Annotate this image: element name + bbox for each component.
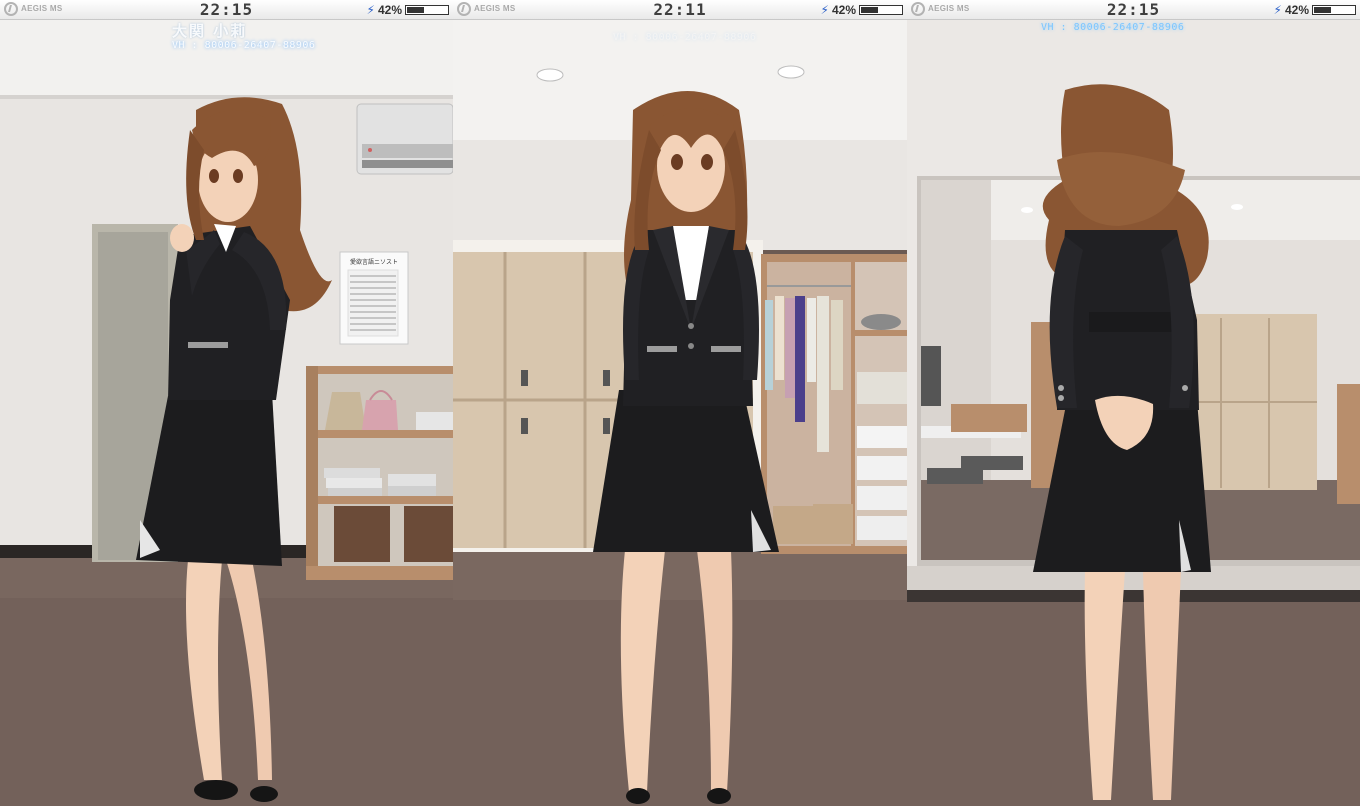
battery-bar [859,5,903,15]
battery-fill [861,7,878,13]
character-id-label: VH : 80006-26407-88906 [613,32,757,43]
baseboard [907,590,1360,604]
panel-back-view: VH : 80006-26407-88906 AEGIS MS 22:15 ⚡ … [907,0,1360,806]
status-bar: AEGIS MS 22:11 ⚡ 42% [453,0,907,20]
battery-bar [405,5,449,15]
charging-bolt-icon: ⚡ [820,3,829,17]
scene-front-view [453,20,907,806]
air-conditioner [356,103,453,175]
brand-name: AEGIS MS [928,4,970,13]
clock-time: 22:15 [199,0,254,19]
character-id-label: VH : 80006-26407-88906 [172,40,316,51]
charging-bolt-icon: ⚡ [366,3,375,17]
status-bar: AEGIS MS 22:15 ⚡ 42% [0,0,453,20]
carpet-floor [907,602,1360,806]
status-bar: AEGIS MS 22:15 ⚡ 42% [907,0,1360,20]
brand-logo: AEGIS MS [4,2,63,16]
battery-bar [1312,5,1356,15]
ceiling-light [536,68,564,82]
brand-logo: AEGIS MS [457,2,516,16]
battery-percent: 42% [377,3,402,17]
battery-percent: 42% [831,3,856,17]
battery-fill [407,7,424,13]
carpet-shade [453,550,907,600]
brand-name: AEGIS MS [474,4,516,13]
battery-fill [1314,7,1331,13]
brand-logo: AEGIS MS [911,2,970,16]
ceiling-edge [0,95,453,99]
battery-indicator: ⚡ 42% [367,3,449,17]
panel-front-view: VH : 80006-26407-88906 AEGIS MS 22:11 ⚡ … [453,0,907,806]
character-id-label: VH : 80006-26407-88906 [1041,22,1185,33]
wall-poster-title: 愛欲言語ニソスト [350,258,398,266]
wall-poster: 愛欲言語ニソスト [339,251,409,345]
panel-side-view: 愛欲言語ニソスト 大関 小莉 VH: 80006-26407-88906 AE… [0,0,453,806]
character-name-label: 大関 小莉 [172,22,248,40]
battery-indicator: ⚡ 42% [1274,3,1356,17]
aegis-logo-icon [4,2,18,16]
battery-indicator: ⚡ 42% [821,3,903,17]
wardrobe [761,254,907,554]
scene-back-view [907,20,1360,806]
battery-percent: 42% [1284,3,1309,17]
clock-time: 22:11 [653,0,707,19]
clock-time: 22:15 [1106,0,1161,19]
aegis-logo-icon [457,2,471,16]
wooden-shelf [306,366,453,580]
scene-side-view: 愛欲言語ニソスト [0,20,453,806]
brand-name: AEGIS MS [21,4,63,13]
side-shelf [1337,384,1360,504]
charging-bolt-icon: ⚡ [1273,3,1282,17]
ceiling-light [777,65,805,79]
aegis-logo-icon [911,2,925,16]
